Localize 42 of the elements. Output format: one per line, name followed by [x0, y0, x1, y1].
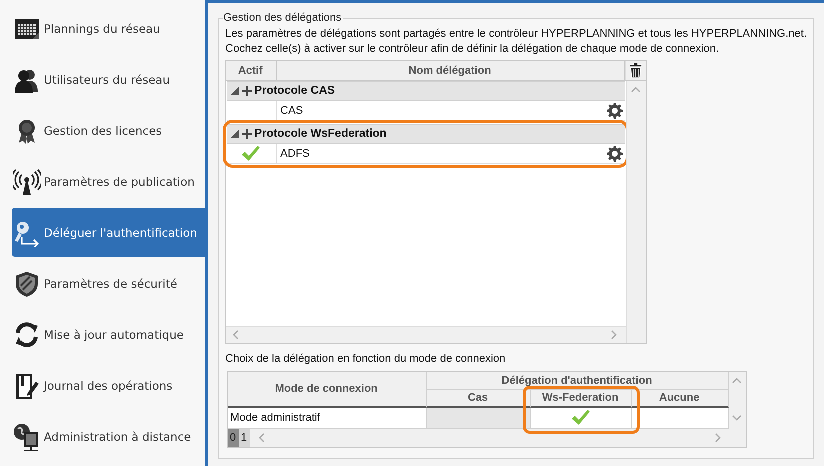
group-row[interactable]: Protocole CAS — [226, 81, 625, 101]
group-name: Protocole WsFederation — [254, 128, 387, 140]
sidebar-icon — [13, 168, 41, 196]
sidebar-icon — [13, 270, 41, 298]
gear-icon[interactable] — [606, 102, 623, 118]
column-header: Actif — [226, 61, 277, 80]
plus-icon[interactable] — [242, 129, 252, 139]
column-header: Cas — [426, 390, 531, 408]
sidebar-item[interactable]: Déléguer l'authentification — [12, 208, 205, 257]
sidebar-item[interactable]: Journal des opérations — [12, 361, 205, 410]
vertical-scrollbar[interactable] — [626, 81, 646, 343]
page-tab[interactable]: 1 — [238, 429, 250, 447]
page-tab[interactable]: 0 — [228, 429, 239, 447]
sidebar-icon — [13, 422, 41, 450]
sidebar-item[interactable]: Plannings du réseau — [12, 4, 205, 53]
sidebar-item[interactable]: Mise à jour automatique — [12, 310, 205, 359]
column-header: Aucune — [632, 390, 729, 408]
group-name: Protocole CAS — [254, 85, 336, 97]
trash-icon[interactable] — [630, 63, 642, 78]
section-caption: Choix de la délégation en fonction du mode de connexion — [226, 353, 507, 365]
sidebar-icon — [13, 320, 41, 348]
collapse-icon[interactable] — [230, 87, 239, 95]
horizontal-scrollbar[interactable] — [226, 326, 626, 343]
sidebar-item[interactable]: Utilisateurs du réseau — [12, 55, 205, 104]
description-text: Les paramètres de délégations sont partagés entre le contrôleur HYPERPLANNING et tous les HYPERPLANNING.net. Cochez celle(s) à activer sur le contrôleur afin de définir la délégation de chaque mode de connexion. — [226, 27, 807, 57]
sidebar-icon — [13, 372, 41, 400]
sidebar-item[interactable]: Paramètres de sécurité — [12, 259, 205, 308]
vertical-scrollbar[interactable] — [728, 372, 746, 429]
column-header: Mode de connexion — [228, 372, 427, 408]
panel-title: Gestion des délégations — [222, 12, 343, 24]
column-header: Ws-Federation — [530, 390, 632, 408]
table-cell: ADFS — [280, 148, 310, 160]
sidebar-item[interactable]: Gestion des licences — [12, 106, 205, 155]
collapse-icon[interactable] — [230, 130, 239, 138]
plus-icon[interactable] — [242, 86, 252, 96]
group-row[interactable]: Protocole WsFederation — [226, 124, 625, 144]
sidebar-item[interactable]: Paramètres de publication — [12, 157, 205, 206]
sidebar-item[interactable]: Administration à distance — [12, 412, 205, 461]
column-header: Délégation d'authentification — [426, 372, 729, 390]
check-icon — [570, 410, 591, 426]
table-cell: CAS — [280, 104, 304, 116]
gear-icon[interactable] — [606, 146, 623, 162]
